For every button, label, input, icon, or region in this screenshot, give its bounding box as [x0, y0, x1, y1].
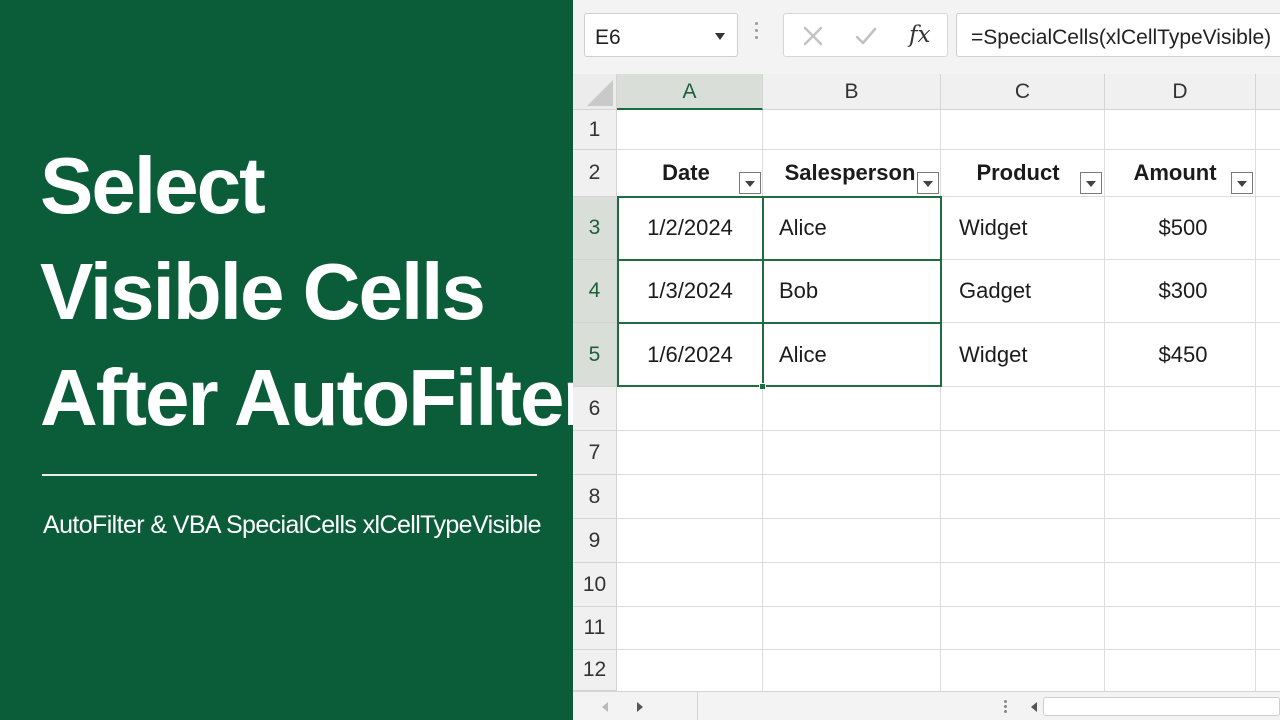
title-divider	[42, 474, 537, 476]
header-cell-amount[interactable]: Amount	[1105, 150, 1245, 196]
table-cell[interactable]: Gadget	[943, 260, 1105, 322]
title-line-1: Select	[40, 141, 266, 230]
column-header-c[interactable]: C	[941, 74, 1105, 110]
filter-dropdown-icon[interactable]	[917, 172, 939, 194]
table-cell[interactable]: $450	[1105, 323, 1261, 386]
insert-function-icon[interactable]: fx	[909, 22, 930, 48]
table-cell[interactable]: $300	[1105, 260, 1261, 322]
gridline	[617, 562, 1280, 563]
checkmark-icon[interactable]	[854, 25, 878, 47]
title-line-3: After AutoFilter	[40, 353, 594, 442]
row-header-7[interactable]: 7	[573, 431, 617, 475]
spreadsheet-window: E6 fx =SpecialCells(xlCellTypeVisible) A…	[573, 0, 1280, 720]
title-line-2: Visible Cells	[40, 247, 486, 336]
table-cell[interactable]: 1/3/2024	[617, 260, 763, 322]
column-header-d[interactable]: D	[1105, 74, 1256, 110]
filter-dropdown-icon[interactable]	[1231, 172, 1253, 194]
table-cell[interactable]: Widget	[943, 197, 1105, 259]
formula-buttons: fx	[783, 13, 948, 57]
scroll-left-icon[interactable]	[1031, 702, 1037, 712]
more-options-icon[interactable]	[1004, 700, 1007, 714]
gridline	[617, 649, 1280, 650]
gridline	[617, 430, 1280, 431]
column-header-e[interactable]	[1256, 74, 1280, 110]
row-header-2[interactable]: 2	[573, 150, 617, 197]
name-box[interactable]: E6	[584, 13, 738, 57]
formula-bar-grip-icon[interactable]	[755, 22, 759, 50]
table-cell[interactable]: Alice	[763, 323, 941, 386]
select-all-button[interactable]	[573, 74, 617, 110]
gridline	[617, 606, 1280, 607]
subtitle: AutoFilter & VBA SpecialCells xlCellType…	[43, 511, 542, 539]
table-cell[interactable]: Bob	[763, 260, 941, 322]
worksheet-grid[interactable]: A B C D 1 2 3 4 5 6 7 8 9 10 11 12 Date …	[573, 74, 1280, 691]
table-cell[interactable]: Alice	[763, 197, 941, 259]
row-header-11[interactable]: 11	[573, 607, 617, 650]
horizontal-scrollbar[interactable]	[1043, 697, 1280, 716]
table-cell[interactable]: 1/2/2024	[617, 197, 763, 259]
gridline	[617, 386, 1280, 387]
column-header-a[interactable]: A	[617, 74, 763, 110]
row-header-12[interactable]: 12	[573, 650, 617, 691]
row-header-9[interactable]: 9	[573, 519, 617, 563]
formula-input[interactable]: =SpecialCells(xlCellTypeVisible)	[956, 13, 1280, 57]
header-cell-salesperson[interactable]: Salesperson	[763, 150, 937, 196]
header-cell-date[interactable]: Date	[617, 150, 755, 196]
chevron-right-icon[interactable]	[637, 702, 643, 712]
row-header-10[interactable]: 10	[573, 563, 617, 607]
column-header-b[interactable]: B	[763, 74, 941, 110]
row-header-5[interactable]: 5	[573, 323, 617, 387]
row-header-6[interactable]: 6	[573, 387, 617, 431]
gridline	[617, 518, 1280, 519]
table-cell[interactable]: $500	[1105, 197, 1261, 259]
row-header-4[interactable]: 4	[573, 260, 617, 323]
filter-dropdown-icon[interactable]	[1080, 172, 1102, 194]
table-cell[interactable]: Widget	[943, 323, 1105, 386]
header-cell-product[interactable]: Product	[941, 150, 1095, 196]
sheet-tab-bar	[573, 691, 1280, 720]
row-header-8[interactable]: 8	[573, 475, 617, 519]
table-cell[interactable]: 1/6/2024	[617, 323, 763, 386]
chevron-left-icon[interactable]	[602, 702, 608, 712]
filter-dropdown-icon[interactable]	[739, 172, 761, 194]
name-box-value: E6	[595, 26, 621, 49]
fill-handle[interactable]	[759, 383, 766, 390]
gridline	[617, 474, 1280, 475]
row-header-1[interactable]: 1	[573, 110, 617, 150]
row-header-3[interactable]: 3	[573, 197, 617, 260]
formula-value: =SpecialCells(xlCellTypeVisible)	[971, 26, 1272, 49]
chevron-down-icon[interactable]	[715, 33, 725, 40]
title-panel: Select Visible Cells After AutoFilter Au…	[0, 0, 594, 720]
cancel-icon[interactable]	[802, 25, 824, 47]
divider	[697, 692, 698, 720]
